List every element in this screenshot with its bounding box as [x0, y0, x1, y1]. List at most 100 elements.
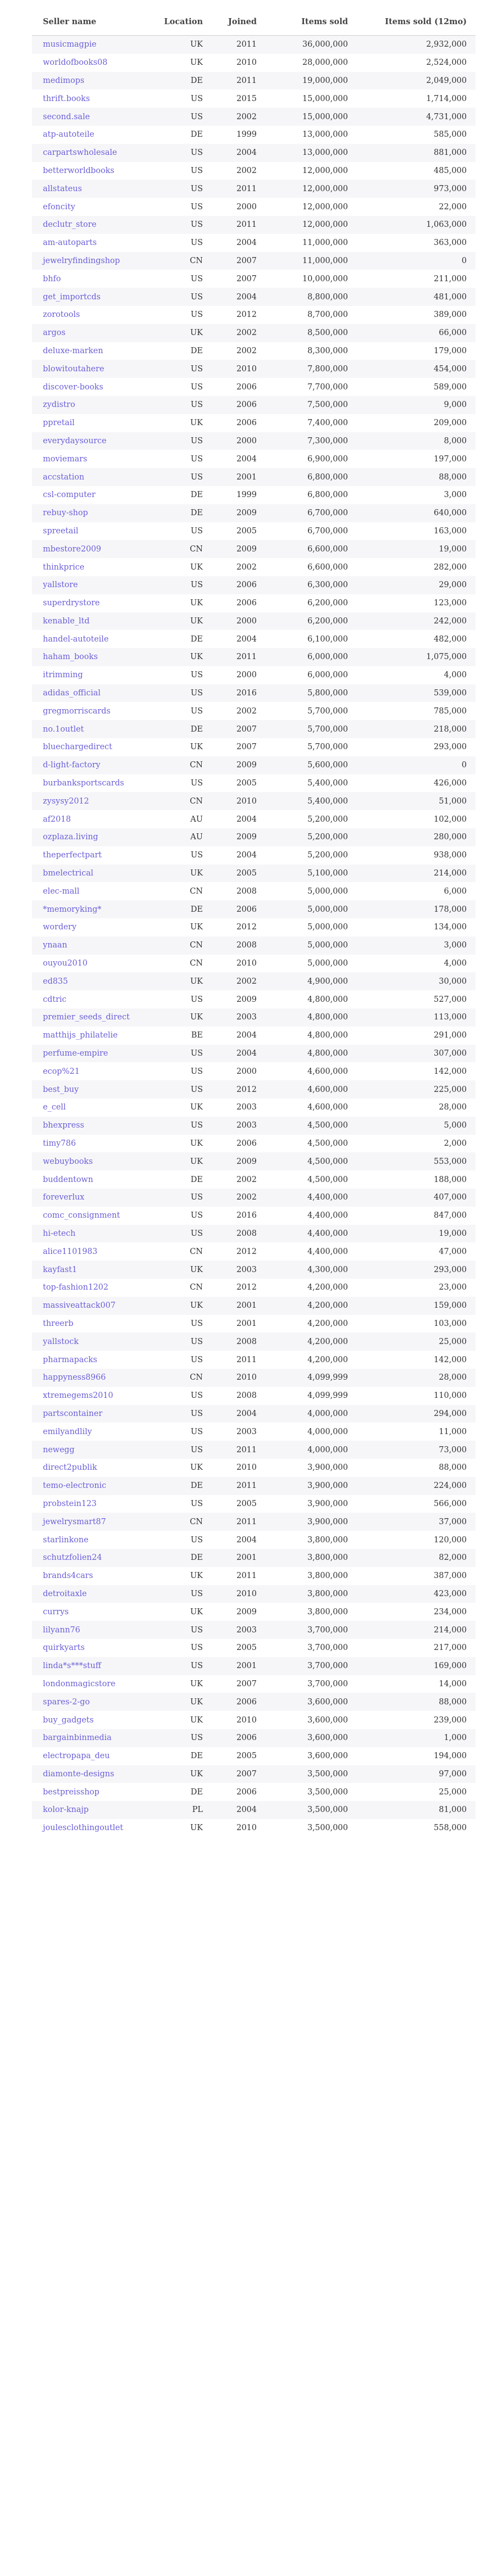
seller-name-link[interactable]: moviemars — [32, 450, 156, 468]
seller-name-link[interactable]: yallstore — [32, 576, 156, 594]
seller-name-link[interactable]: declutr_store — [32, 215, 156, 234]
seller-name-link[interactable]: ynaan — [32, 936, 156, 955]
seller-name-link[interactable]: handel-autoteile — [32, 630, 156, 648]
seller-name-link[interactable]: medimops — [32, 71, 156, 90]
seller-name-link[interactable]: foreverlux — [32, 1189, 156, 1207]
seller-name-link[interactable]: no.1outlet — [32, 720, 156, 739]
seller-name-link[interactable]: partscontainer — [32, 1404, 156, 1423]
seller-name-link[interactable]: am-autoparts — [32, 234, 156, 252]
seller-name-link[interactable]: af2018 — [32, 810, 156, 828]
seller-name-link[interactable]: starlinkone — [32, 1531, 156, 1549]
seller-name-link[interactable]: timy786 — [32, 1135, 156, 1153]
seller-name-link[interactable]: ppretail — [32, 414, 156, 432]
seller-name-link[interactable]: kolor-knajp — [32, 1801, 156, 1819]
seller-name-link[interactable]: bargainbinmedia — [32, 1729, 156, 1747]
seller-name-link[interactable]: newegg — [32, 1441, 156, 1459]
seller-name-link[interactable]: hi-etech — [32, 1224, 156, 1243]
header-items-sold-12mo[interactable]: Items sold (12mo) — [352, 8, 476, 36]
seller-name-link[interactable]: *memoryking* — [32, 900, 156, 919]
seller-name-link[interactable]: temo-electronic — [32, 1476, 156, 1495]
seller-name-link[interactable]: musicmagpie — [32, 35, 156, 54]
seller-name-link[interactable]: worldofbooks08 — [32, 54, 156, 72]
seller-name-link[interactable]: lilyann76 — [32, 1621, 156, 1639]
seller-name-link[interactable]: spares-2-go — [32, 1693, 156, 1711]
seller-name-link[interactable]: zorotools — [32, 306, 156, 324]
seller-name-link[interactable]: superdrystore — [32, 594, 156, 612]
seller-name-link[interactable]: second.sale — [32, 108, 156, 126]
seller-name-link[interactable]: joulesclothingoutlet — [32, 1819, 156, 1837]
seller-name-link[interactable]: bmelectrical — [32, 864, 156, 883]
seller-name-link[interactable]: get_importcds — [32, 288, 156, 306]
seller-name-link[interactable]: yallstock — [32, 1332, 156, 1351]
seller-name-link[interactable]: efoncity — [32, 198, 156, 216]
seller-name-link[interactable]: probstein123 — [32, 1495, 156, 1513]
seller-name-link[interactable]: kenable_ltd — [32, 612, 156, 631]
seller-name-link[interactable]: deluxe-marken — [32, 342, 156, 360]
seller-name-link[interactable]: pharmapacks — [32, 1351, 156, 1369]
header-seller-name[interactable]: Seller name — [32, 8, 156, 36]
seller-name-link[interactable]: kayfast1 — [32, 1261, 156, 1279]
seller-name-link[interactable]: jewelrysmart87 — [32, 1513, 156, 1531]
seller-name-link[interactable]: discover-books — [32, 378, 156, 396]
seller-name-link[interactable]: perfume-empire — [32, 1044, 156, 1063]
seller-name-link[interactable]: direct2publik — [32, 1459, 156, 1477]
seller-name-link[interactable]: burbanksportscards — [32, 774, 156, 793]
seller-name-link[interactable]: detroitaxle — [32, 1585, 156, 1603]
seller-name-link[interactable]: happyness8966 — [32, 1368, 156, 1387]
seller-name-link[interactable]: matthijs_philatelie — [32, 1027, 156, 1045]
seller-name-link[interactable]: ozplaza.living — [32, 828, 156, 846]
seller-name-link[interactable]: threerb — [32, 1315, 156, 1333]
seller-name-link[interactable]: emilyandlily — [32, 1423, 156, 1441]
header-location[interactable]: Location — [156, 8, 207, 36]
seller-name-link[interactable]: haham_books — [32, 648, 156, 666]
seller-name-link[interactable]: bhfo — [32, 270, 156, 288]
seller-name-link[interactable]: zysysy2012 — [32, 792, 156, 811]
seller-name-link[interactable]: adidas_official — [32, 684, 156, 702]
seller-name-link[interactable]: ouyou2010 — [32, 955, 156, 973]
seller-name-link[interactable]: diamonte-designs — [32, 1765, 156, 1783]
seller-name-link[interactable]: accstation — [32, 468, 156, 486]
seller-name-link[interactable]: cdtric — [32, 990, 156, 1008]
seller-name-link[interactable]: spreetail — [32, 522, 156, 540]
seller-name-link[interactable]: premier_seeds_direct — [32, 1008, 156, 1027]
header-items-sold[interactable]: Items sold — [261, 8, 352, 36]
seller-name-link[interactable]: thrift.books — [32, 90, 156, 108]
seller-name-link[interactable]: allstateus — [32, 180, 156, 198]
seller-name-link[interactable]: electropapa_deu — [32, 1747, 156, 1765]
seller-name-link[interactable]: londonmagicstore — [32, 1675, 156, 1693]
seller-name-link[interactable]: ed835 — [32, 972, 156, 991]
seller-name-link[interactable]: best_buy — [32, 1080, 156, 1099]
seller-name-link[interactable]: itrimming — [32, 666, 156, 684]
seller-name-link[interactable]: currys — [32, 1603, 156, 1621]
seller-name-link[interactable]: thinkprice — [32, 558, 156, 576]
seller-name-link[interactable]: quirkyarts — [32, 1639, 156, 1657]
seller-name-link[interactable]: theperfectpart — [32, 846, 156, 865]
seller-name-link[interactable]: betterworldbooks — [32, 162, 156, 180]
seller-name-link[interactable]: blowitoutahere — [32, 360, 156, 378]
seller-name-link[interactable]: bhexpress — [32, 1116, 156, 1135]
seller-name-link[interactable]: comc_consignment — [32, 1207, 156, 1225]
seller-name-link[interactable]: brands4cars — [32, 1567, 156, 1585]
seller-name-link[interactable]: everydaysource — [32, 432, 156, 450]
seller-name-link[interactable]: buy_gadgets — [32, 1711, 156, 1729]
seller-name-link[interactable]: csl-computer — [32, 486, 156, 504]
seller-name-link[interactable]: wordery — [32, 918, 156, 936]
seller-name-link[interactable]: linda*s***stuff — [32, 1657, 156, 1675]
seller-name-link[interactable]: zydistro — [32, 395, 156, 414]
seller-name-link[interactable]: argos — [32, 324, 156, 342]
seller-name-link[interactable]: webuybooks — [32, 1152, 156, 1171]
seller-name-link[interactable]: rebuy-shop — [32, 504, 156, 522]
seller-name-link[interactable]: e_cell — [32, 1099, 156, 1117]
seller-name-link[interactable]: atp-autoteile — [32, 126, 156, 144]
seller-name-link[interactable]: bluechargedirect — [32, 738, 156, 756]
seller-name-link[interactable]: xtremegems2010 — [32, 1387, 156, 1405]
header-joined[interactable]: Joined — [207, 8, 261, 36]
seller-name-link[interactable]: carpartswholesale — [32, 143, 156, 162]
seller-name-link[interactable]: gregmorriscards — [32, 702, 156, 720]
seller-name-link[interactable]: massiveattack007 — [32, 1296, 156, 1315]
seller-name-link[interactable]: bestpreisshop — [32, 1783, 156, 1801]
seller-name-link[interactable]: mbestore2009 — [32, 540, 156, 559]
seller-name-link[interactable]: top-fashion1202 — [32, 1279, 156, 1297]
seller-name-link[interactable]: buddentown — [32, 1170, 156, 1189]
seller-name-link[interactable]: alice1101983 — [32, 1242, 156, 1261]
